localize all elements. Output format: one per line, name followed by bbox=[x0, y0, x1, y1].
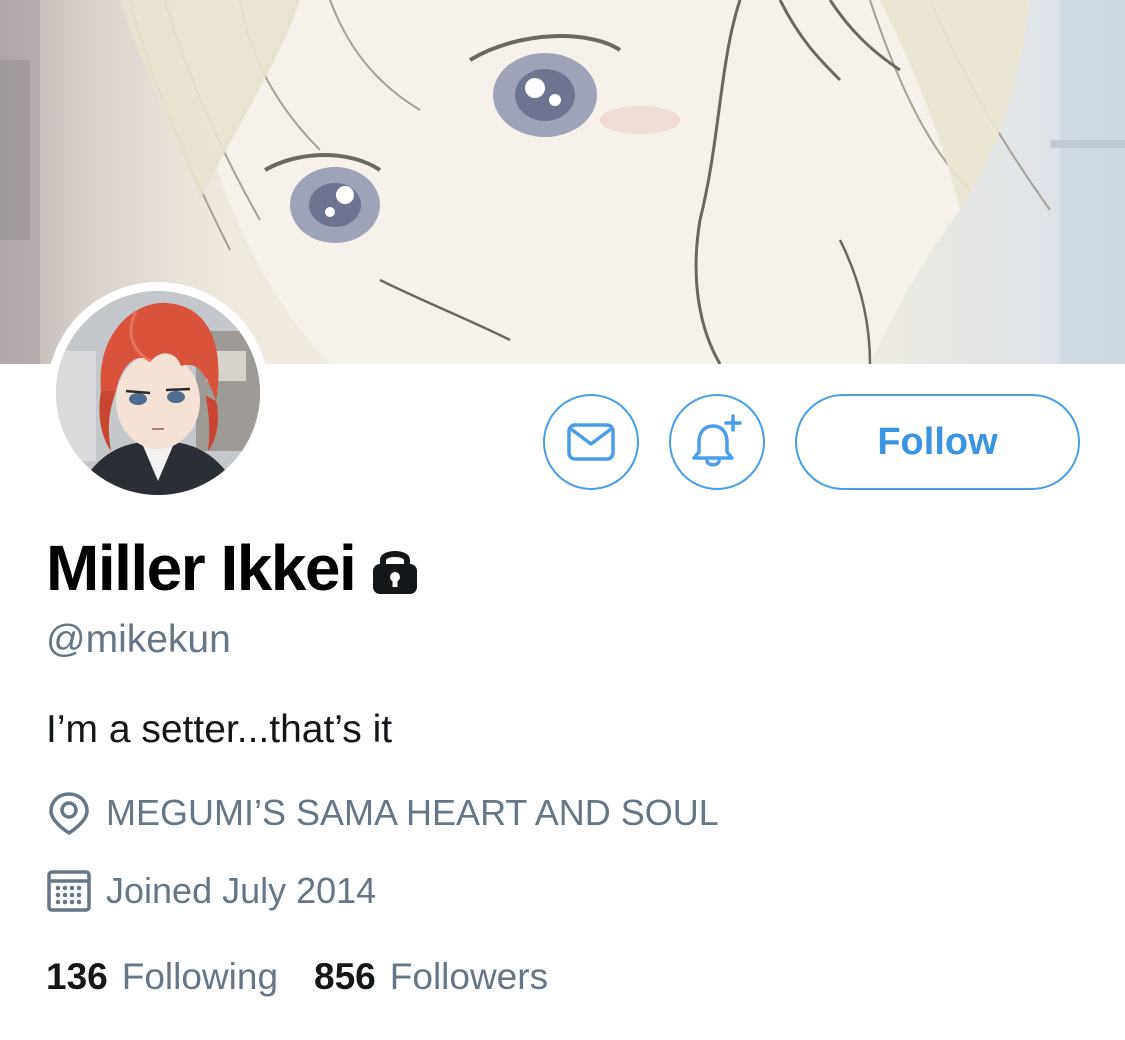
profile-page: Follow Miller Ikkei @mikekun I’m a sette… bbox=[0, 0, 1125, 1040]
location-row: MEGUMI’S SAMA HEART AND SOUL bbox=[46, 790, 719, 836]
follow-button[interactable]: Follow bbox=[795, 394, 1080, 490]
follow-stats: 136 Following 856 Followers bbox=[46, 956, 584, 998]
name-row: Miller Ikkei bbox=[46, 530, 419, 606]
notifications-button[interactable] bbox=[669, 394, 765, 490]
joined-text: Joined July 2014 bbox=[106, 870, 377, 911]
bell-plus-icon bbox=[692, 414, 742, 467]
followers-link[interactable]: 856 Followers bbox=[314, 956, 548, 998]
user-handle: @mikekun bbox=[46, 618, 231, 661]
bio-text: I’m a setter...that’s it bbox=[46, 708, 393, 751]
envelope-icon bbox=[567, 423, 615, 461]
followers-count: 856 bbox=[314, 956, 376, 997]
display-name: Miller Ikkei bbox=[46, 532, 357, 604]
avatar[interactable] bbox=[56, 291, 260, 495]
following-count: 136 bbox=[46, 956, 108, 997]
message-button[interactable] bbox=[543, 394, 639, 490]
lock-icon bbox=[373, 551, 418, 594]
calendar-icon bbox=[46, 868, 92, 914]
avatar-frame[interactable] bbox=[47, 282, 269, 504]
joined-row: Joined July 2014 bbox=[46, 868, 376, 914]
location-pin-icon bbox=[46, 790, 92, 836]
following-label: Following bbox=[121, 956, 279, 997]
followers-label: Followers bbox=[389, 956, 549, 997]
location-text: MEGUMI’S SAMA HEART AND SOUL bbox=[106, 792, 719, 833]
following-link[interactable]: 136 Following bbox=[46, 956, 278, 998]
avatar-illustration bbox=[56, 291, 260, 495]
